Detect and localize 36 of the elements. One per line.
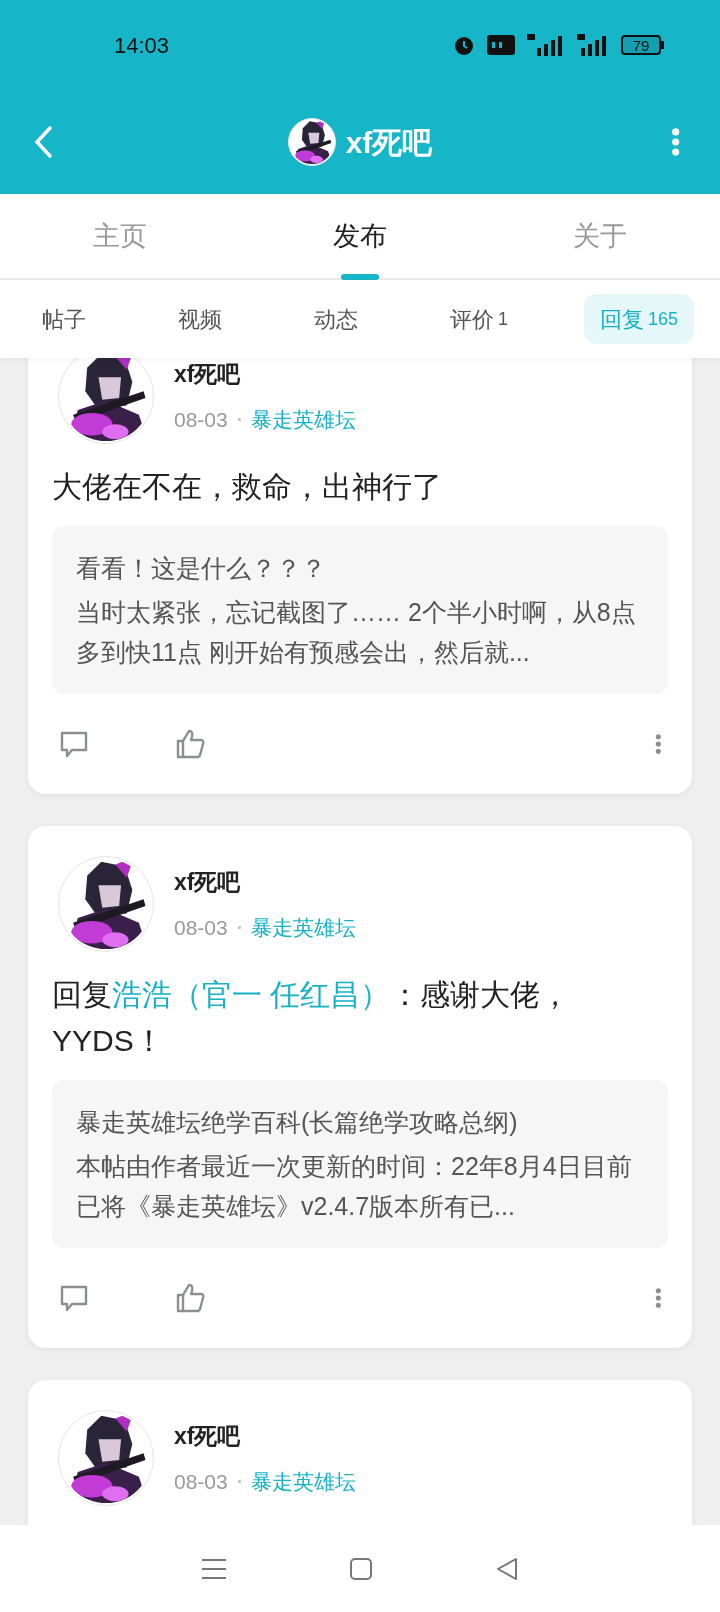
signal-icon [527, 34, 565, 56]
author-name: xf死吧 [174, 868, 242, 897]
alarm-icon [453, 34, 475, 56]
more-icon[interactable] [655, 734, 662, 754]
post-date: 08-03 [174, 406, 228, 433]
menu-icon[interactable] [201, 1557, 227, 1580]
quoted-post[interactable]: 看看！这是什么？？？ 当时太紧张，忘记截图了…… 2个半小时啊，从8点多到快11点 刚开始有预感会出，然后就... [52, 526, 668, 694]
status-time: 14:03 [114, 31, 170, 60]
home-icon[interactable] [349, 1556, 373, 1581]
post-content: 回复浩浩（官一 任红昌）：感谢大佬，YYDS！ [51, 977, 572, 1059]
quote-body: 当时太紧张，忘记截图了…… 2个半小时啊，从8点多到快11点 刚开始有预感会出，然后就... [76, 597, 637, 668]
quote-body: 本帖由作者最近一次更新的时间：22年8月4日目前已将《暴走英雄坛》v2.4.7版本所有已... [76, 1151, 633, 1222]
thumbs-up-icon[interactable] [174, 728, 206, 760]
quote-title: 看看！这是什么？？？ [76, 553, 327, 584]
quote-title: 暴走英雄坛绝学百科(长篇绝学攻略总纲) [76, 1107, 519, 1138]
post-date: 08-03 [174, 914, 228, 941]
subtab[interactable]: 评价 1 [433, 294, 524, 344]
subtab[interactable]: 动态 [297, 294, 374, 344]
subtab[interactable]: 视频 [162, 294, 238, 344]
author-name: xf死吧 [174, 360, 242, 389]
hd-icon [487, 35, 515, 55]
battery-indicator: 79 [621, 35, 664, 55]
post-date: 08-03 [174, 1468, 228, 1495]
author-name: xf死吧 [174, 1422, 242, 1451]
back-icon[interactable] [32, 125, 54, 159]
tab-indicator [341, 274, 379, 280]
profile-title: xf死吧 [345, 124, 433, 161]
quoted-post[interactable]: 暴走英雄坛绝学百科(长篇绝学攻略总纲) 本帖由作者最近一次更新的时间：22年8月4日目前已将《暴走英雄坛》v2.4.7版本所有已... [52, 1080, 668, 1248]
tab[interactable]: 发布 [240, 194, 480, 278]
subtab[interactable]: 帖子 [26, 294, 102, 344]
more-icon[interactable] [655, 1288, 662, 1308]
post-content: 大佬在不在，救命，出神行了 [51, 469, 443, 505]
signal-icon [577, 34, 609, 56]
more-icon[interactable] [670, 128, 680, 156]
back-icon[interactable] [495, 1556, 519, 1581]
thumbs-up-icon[interactable] [174, 1282, 206, 1314]
